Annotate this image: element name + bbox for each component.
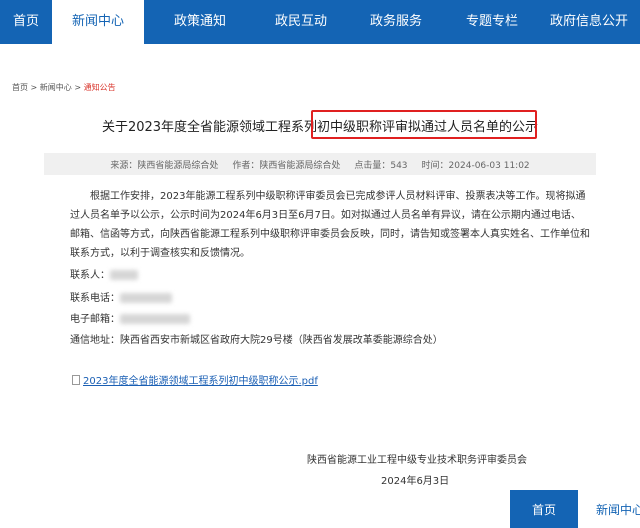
- nav-item-news[interactable]: 新闻中心: [52, 0, 144, 44]
- meta-author: 作者：陕西省能源局综合处: [232, 160, 341, 171]
- email-label: 电子邮箱：: [70, 314, 120, 325]
- breadcrumb: 首页 > 新闻中心 > 通知公告: [12, 82, 116, 93]
- nav-item-services[interactable]: 政务服务: [346, 0, 446, 44]
- nav-item-home[interactable]: 首页: [0, 0, 52, 44]
- title-highlight-box: [311, 110, 537, 139]
- contact-email: 电子邮箱：: [70, 310, 190, 325]
- contact-person: 联系人：: [70, 266, 138, 281]
- nav-item-info-disclosure[interactable]: 政府信息公开: [538, 0, 640, 44]
- signature: 陕西省能源工业工程中级专业技术职务评审委员会: [307, 455, 527, 466]
- float-home-button[interactable]: 首页: [510, 490, 578, 528]
- redacted-email: [120, 314, 190, 324]
- nav-item-topics[interactable]: 专题专栏: [446, 0, 538, 44]
- breadcrumb-separator: >: [71, 83, 84, 92]
- top-nav: 首页 新闻中心 政策通知 政民互动 政务服务 专题专栏 政府信息公开: [0, 0, 640, 44]
- phone-label: 联系电话：: [70, 293, 120, 304]
- meta-source: 来源：陕西省能源局综合处: [110, 160, 219, 171]
- attachment-label[interactable]: 2023年度全省能源领域工程系列初中级职称公示.pdf: [83, 372, 318, 387]
- attachment-link[interactable]: 2023年度全省能源领域工程系列初中级职称公示.pdf: [72, 372, 318, 387]
- article-meta: 来源：陕西省能源局综合处 作者：陕西省能源局综合处 点击量：543 时间：202…: [44, 153, 596, 175]
- redacted-name: [110, 270, 138, 280]
- file-icon: [72, 374, 80, 385]
- float-news-button[interactable]: 新闻中心: [578, 490, 640, 528]
- breadcrumb-section[interactable]: 新闻中心: [40, 83, 72, 92]
- floating-nav: 首页 新闻中心: [510, 490, 640, 528]
- article-body: 根据工作安排，2023年能源工程系列中级职称评审委员会已完成参评人员材料评审、投…: [70, 187, 590, 263]
- contact-phone: 联系电话：: [70, 289, 172, 304]
- breadcrumb-current[interactable]: 通知公告: [84, 83, 116, 92]
- contact-address: 通信地址：陕西省西安市新城区省政府大院29号楼（陕西省发展改革委能源综合处）: [70, 335, 443, 346]
- breadcrumb-separator: >: [28, 83, 40, 92]
- meta-views: 点击量：543: [354, 160, 408, 171]
- breadcrumb-home[interactable]: 首页: [12, 83, 28, 92]
- signature-date: 2024年6月3日: [381, 476, 450, 487]
- contact-label: 联系人：: [70, 270, 110, 281]
- article-paragraph: 根据工作安排，2023年能源工程系列中级职称评审委员会已完成参评人员材料评审、投…: [70, 191, 590, 259]
- nav-item-interaction[interactable]: 政民互动: [256, 0, 346, 44]
- redacted-phone: [120, 293, 172, 303]
- meta-time: 时间：2024-06-03 11:02: [421, 160, 530, 171]
- nav-item-policy[interactable]: 政策通知: [144, 0, 256, 44]
